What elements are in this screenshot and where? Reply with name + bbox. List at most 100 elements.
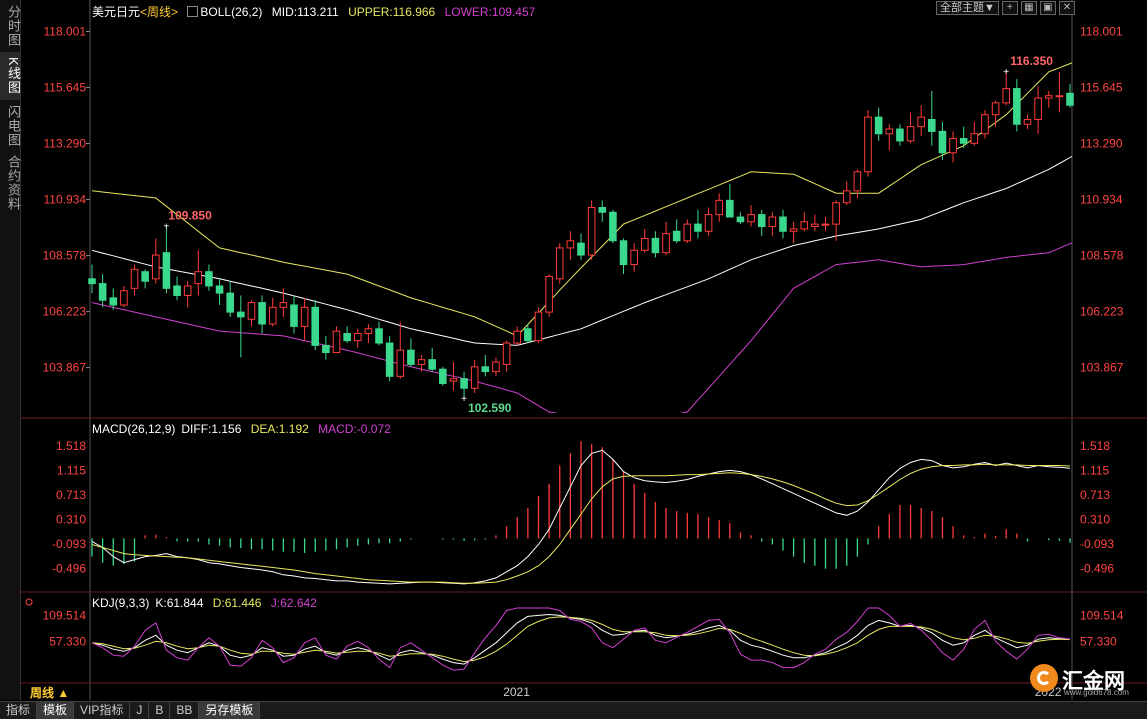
y-tick-left: 115.645	[44, 81, 87, 95]
chart-area: 118.001 118.001 115.645 115.645 113.290 113.2…	[20, 0, 1147, 700]
kdj-y-tick-right: 57.330	[1080, 635, 1117, 649]
candle-body	[385, 342, 394, 377]
candle-body	[555, 247, 564, 280]
candle-body	[704, 214, 713, 232]
layout-icon[interactable]: ▣	[1039, 1, 1056, 15]
candle-body	[534, 311, 543, 342]
window-controls: 全部主题▼ + ▦ ▣ ✕	[936, 1, 1075, 15]
boll-toggle-icon[interactable]	[187, 6, 199, 17]
candle-body	[545, 275, 553, 313]
candle-body	[874, 116, 883, 135]
candle-body	[513, 330, 522, 344]
kdj-label: KDJ(9,3,3)	[92, 596, 150, 610]
y-tick-right: 106.223	[1080, 305, 1124, 319]
y-tick-left: 106.223	[43, 305, 87, 319]
candle-body	[109, 297, 118, 306]
tab-bb[interactable]: BB	[170, 702, 200, 719]
y-tick-left: 118.001	[44, 24, 87, 38]
boll-mid-value: MID:113.211	[271, 5, 339, 19]
candle-body	[662, 233, 670, 254]
y-tick-right: 103.867	[1080, 361, 1124, 375]
theme-dropdown[interactable]: 全部主题▼	[936, 1, 999, 15]
grid-icon[interactable]: ▦	[1020, 1, 1037, 15]
tab-contract-info[interactable]: 合约资料	[0, 152, 21, 214]
candle-body	[375, 328, 383, 344]
tab-template[interactable]: 模板	[37, 702, 75, 719]
macd-y-tick-right: 1.115	[1080, 464, 1109, 478]
macd-y-tick-left: 0.713	[56, 488, 86, 502]
kdj-y-tick-left: 109.514	[43, 609, 87, 623]
kdj-y-tick-left: 57.330	[49, 635, 86, 649]
tab-time-chart[interactable]: 分时图	[0, 2, 21, 50]
tab-j[interactable]: J	[130, 702, 150, 719]
candle-body	[1013, 88, 1021, 125]
extreme-marker: +	[1003, 67, 1009, 78]
tab-vip-indicators[interactable]: VIP指标	[74, 702, 131, 719]
instrument-title: 美元日元	[92, 5, 141, 19]
macd-y-tick-right: 0.310	[1080, 513, 1110, 527]
candle-body	[726, 199, 734, 218]
macd-value: MACD:-0.072	[318, 422, 391, 436]
candle-body	[332, 330, 341, 354]
candle-body	[970, 133, 979, 144]
candle-body	[917, 116, 925, 128]
close-icon[interactable]: ✕	[1058, 1, 1075, 15]
kdj-settings-icon	[25, 598, 33, 606]
candle-body	[853, 171, 862, 192]
candle-body	[470, 366, 479, 389]
tab-indicators[interactable]: 指标	[0, 702, 38, 719]
tab-save-template[interactable]: 另存模板	[199, 702, 261, 719]
y-tick-left: 113.290	[44, 137, 87, 151]
y-tick-right: 115.645	[1080, 81, 1123, 95]
candle-body	[842, 190, 851, 204]
candle-body	[226, 292, 234, 313]
extreme-marker: +	[461, 394, 467, 405]
candle-body	[322, 344, 330, 354]
candle-body	[215, 285, 224, 294]
boll-upper-line	[91, 62, 1072, 337]
crosshair-icon[interactable]: +	[1001, 1, 1018, 15]
macd-diff-value: DIFF:1.156	[181, 422, 242, 436]
y-tick-right: 108.578	[1080, 249, 1124, 263]
macd-y-tick-right: 0.713	[1080, 488, 1110, 502]
candle-body	[290, 304, 298, 327]
tab-flash-chart[interactable]: 闪电图	[0, 102, 21, 150]
candle-body	[183, 285, 192, 296]
kdj-legend: KDJ(9,3,3) K:61.844 D:61.446 J:62.642	[92, 596, 323, 610]
candle-body	[779, 216, 787, 232]
y-tick-right: 110.934	[1080, 193, 1123, 207]
candle-body	[1066, 92, 1074, 106]
left-tab-bar: 分时图 K线图 闪电图 合约资料	[0, 0, 21, 700]
candle-body	[949, 138, 957, 154]
candle-body	[396, 349, 405, 377]
y-tick-left: 110.934	[44, 193, 87, 207]
kdj-d-value: D:61.446	[212, 596, 262, 610]
kdj-y-tick-right: 109.514	[1080, 609, 1124, 623]
candle-body	[640, 237, 649, 251]
extreme-label: 102.590	[468, 401, 512, 415]
tab-b[interactable]: B	[149, 702, 171, 719]
y-tick-left: 103.867	[43, 361, 87, 375]
candle-body	[492, 361, 500, 373]
y-tick-left: 108.578	[43, 249, 87, 263]
period-selector[interactable]: 周线 ▲	[30, 684, 69, 701]
period-tag: <周线>	[140, 5, 179, 19]
macd-y-tick-right: 1.518	[1080, 439, 1110, 453]
tab-kline-chart[interactable]: K线图	[0, 52, 21, 100]
candle-body	[311, 306, 320, 346]
candle-body	[407, 349, 415, 365]
candle-body	[811, 223, 819, 228]
candle-body	[1044, 95, 1053, 99]
candle-body	[417, 359, 426, 365]
macd-legend: MACD(26,12,9) DIFF:1.156 DEA:1.192 MACD:-…	[92, 422, 397, 436]
macd-y-tick-right: -0.093	[1080, 537, 1114, 551]
candle-body	[130, 268, 139, 289]
candle-body	[300, 306, 309, 327]
candle-body	[757, 214, 766, 228]
candle-body	[268, 306, 277, 325]
candle-body	[598, 206, 607, 213]
candle-body	[672, 230, 681, 242]
candle-body	[1055, 95, 1064, 98]
candle-body	[205, 271, 213, 287]
y-tick-right: 113.290	[1080, 137, 1123, 151]
